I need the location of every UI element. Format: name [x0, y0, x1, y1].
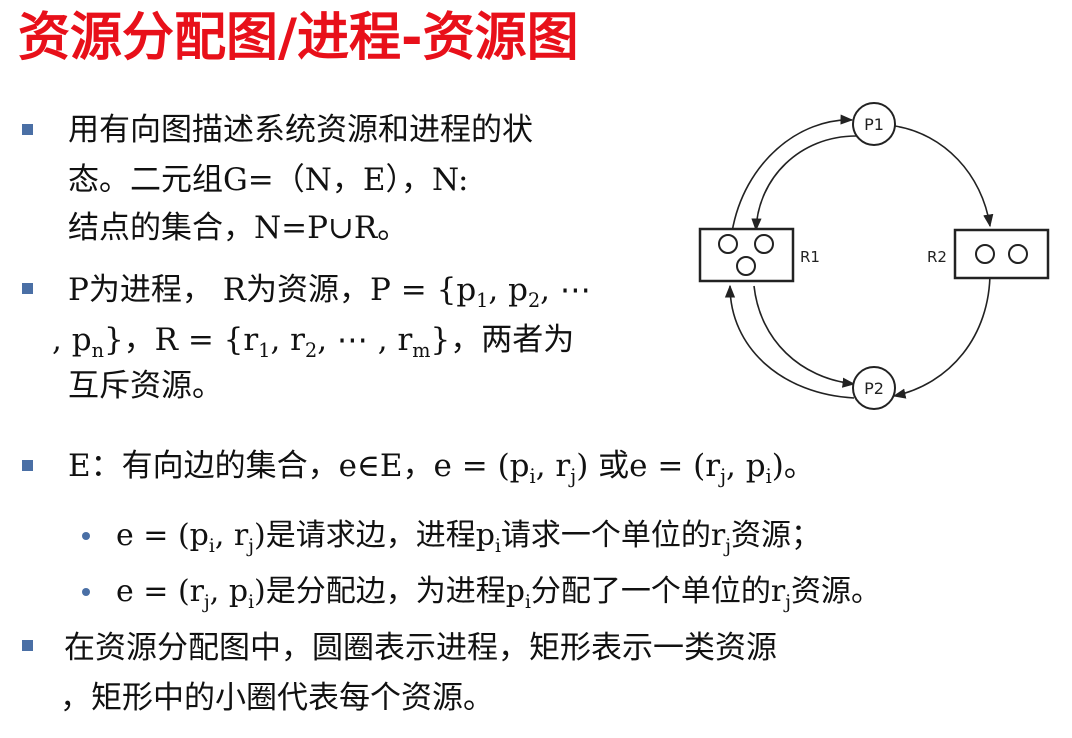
- process-label-p1: P1: [864, 115, 884, 134]
- bullet-marker: [22, 283, 33, 294]
- edge-r1-to-p1: [731, 114, 854, 233]
- sub-bullet-request-edge: e = (pi, rj)是请求边，进程pi请求一个单位的rj资源；: [116, 518, 821, 557]
- resource-unit: [736, 256, 756, 276]
- edge-r2-to-p2: [892, 271, 991, 399]
- resource-label-r1: R1: [800, 248, 820, 266]
- bullet-1-line-2: 态。二元组G=（N，E），N:: [68, 162, 469, 198]
- resource-allocation-diagram: P1 P2 R1 R2: [698, 102, 1050, 410]
- bullet-2-line-3: 互斥资源。: [68, 368, 223, 404]
- resource-unit: [754, 234, 774, 254]
- resource-unit: [975, 244, 995, 264]
- resource-unit: [1008, 244, 1028, 264]
- bullet-4-line-1: 在资源分配图中，圆圈表示进程，矩形表示一类资源: [64, 630, 777, 666]
- bullet-1-line-1: 用有向图描述系统资源和进程的状: [68, 112, 533, 148]
- edge-r1-to-p2: [753, 285, 856, 388]
- bullet-4-line-2: ，矩形中的小圈代表每个资源。: [60, 680, 494, 716]
- edge-p1-to-r2: [894, 125, 994, 228]
- bullet-1-line-3: 结点的集合，N=P∪R。: [68, 210, 409, 246]
- slide-title: 资源分配图/进程-资源图: [18, 8, 579, 68]
- bullet-marker: [22, 640, 33, 651]
- bullet-3-line: E：有向边的集合，e∈E，e = (pi, rj) 或e = (rj, pi)。: [68, 448, 815, 489]
- sub-bullet-marker: [82, 532, 90, 540]
- bullet-marker: [22, 460, 33, 471]
- bullet-2-line-1: P为进程， R为资源，P = {p1, p2, ⋯: [68, 272, 591, 313]
- resource-unit: [718, 234, 738, 254]
- process-label-p2: P2: [864, 379, 884, 398]
- resource-label-r2: R2: [927, 248, 947, 266]
- sub-bullet-assign-edge: e = (rj, pi)是分配边，为进程pi分配了一个单位的rj资源。: [116, 574, 881, 613]
- edge-p1-to-r1: [751, 135, 857, 232]
- sub-bullet-marker: [82, 588, 90, 596]
- bullet-marker: [22, 124, 33, 135]
- resource-node-r2: [953, 228, 1050, 280]
